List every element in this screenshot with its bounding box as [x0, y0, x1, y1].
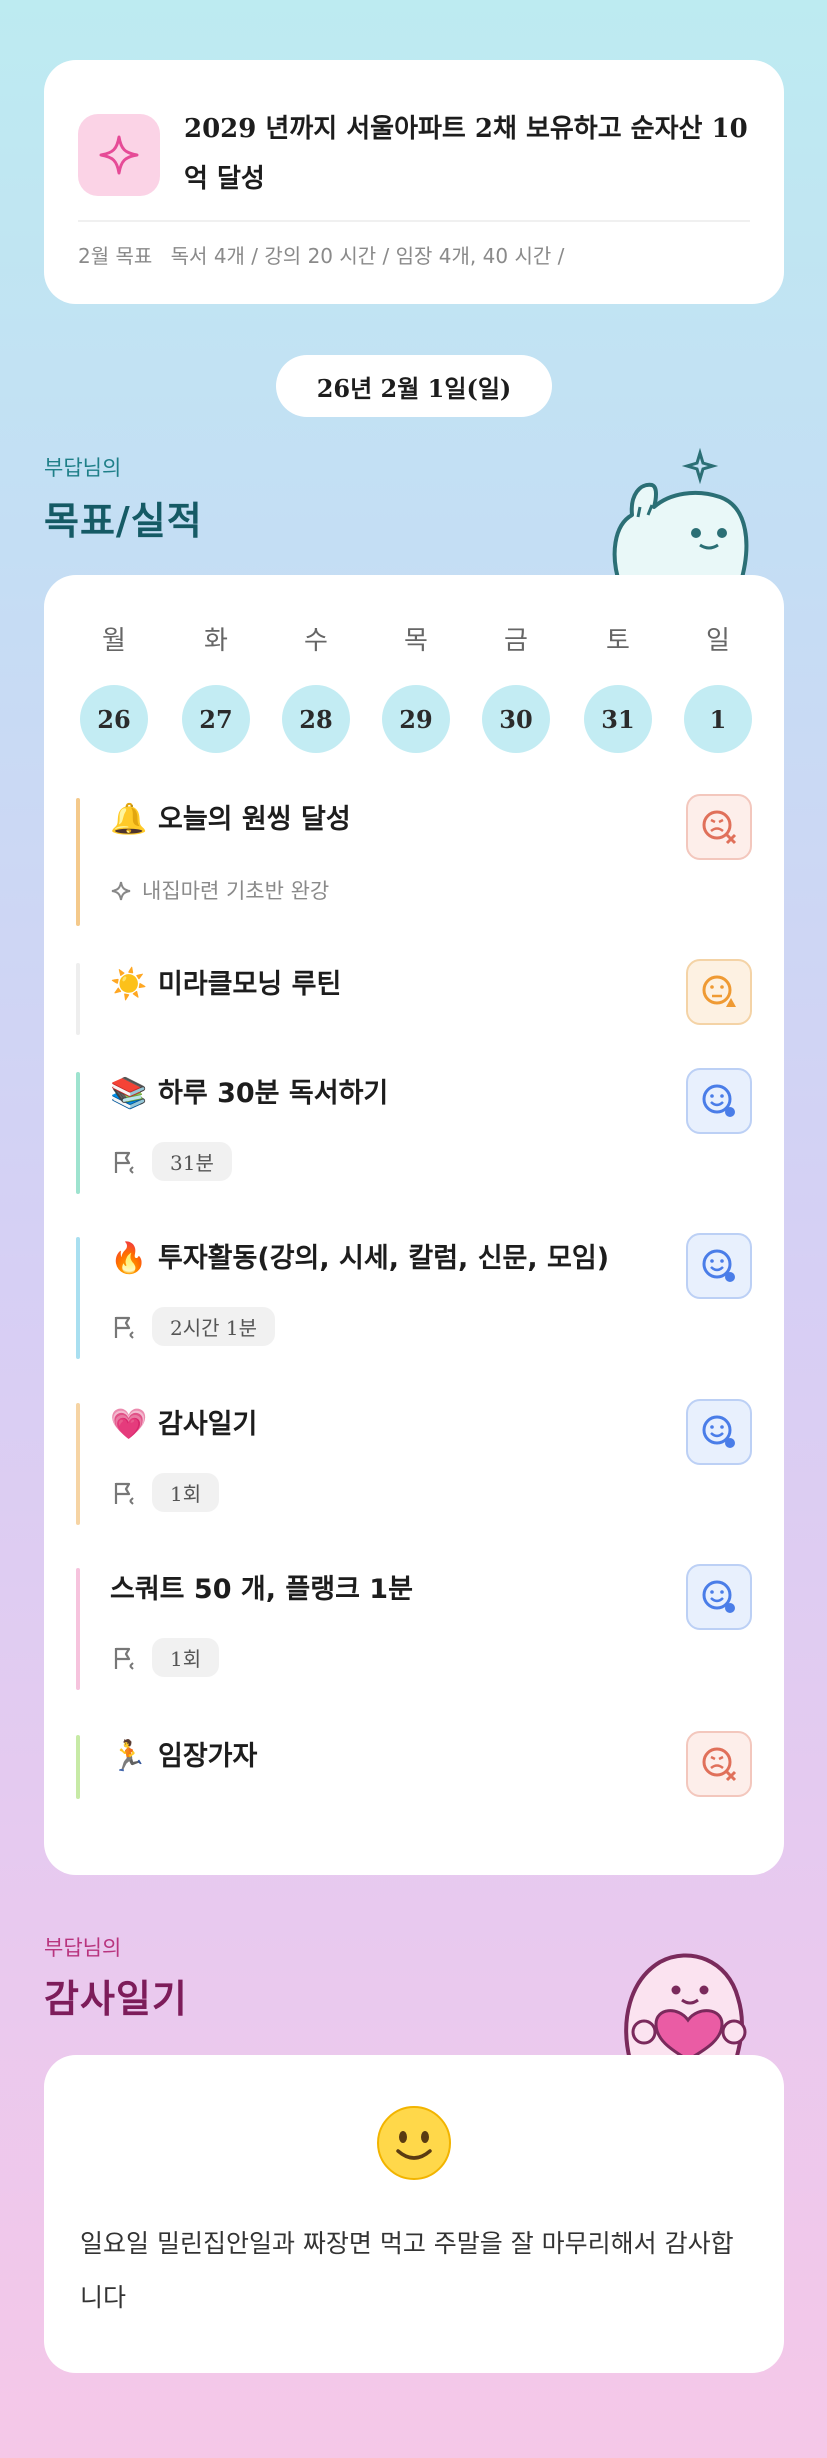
sun-icon: ☀️ [110, 967, 148, 1002]
day-button-26[interactable]: 26 [80, 685, 148, 753]
status-done-icon[interactable] [686, 1068, 752, 1134]
habit-color-bar [76, 1237, 80, 1359]
mascot-waving-illustration [612, 447, 749, 585]
habit-color-bar [76, 798, 80, 926]
habit-subgoal-text: 내집마련 기초반 완강 [142, 879, 330, 903]
flag-icon [114, 1316, 134, 1339]
section-title-goals: 목표/실적 [44, 499, 203, 543]
section-title-gratitude: 감사일기 [44, 1977, 188, 2021]
habit-item-gratitude-journal[interactable]: 💗 감사일기 1회 [76, 1399, 752, 1525]
flag-icon [114, 1151, 134, 1174]
section-owner-label: 부답님의 [44, 456, 122, 480]
weekday-label: 토 [606, 626, 630, 656]
weekday-label: 금 [504, 626, 528, 656]
habit-item-miracle-morning[interactable]: ☀️ 미라클모닝 루틴 [76, 959, 752, 1035]
habit-title: 감사일기 [158, 1409, 258, 1440]
day-button-29[interactable]: 29 [382, 685, 450, 753]
goals-card: 월 화 수 목 금 토 일 26 27 28 29 30 31 1 🔔 오늘의 … [44, 575, 784, 1875]
status-done-icon[interactable] [686, 1564, 752, 1630]
record-chip: 1회 [152, 1473, 220, 1512]
habit-color-bar [76, 963, 80, 1035]
status-partial-icon[interactable] [686, 959, 752, 1025]
goal-item: 독서 4개 / [170, 244, 259, 268]
status-done-icon[interactable] [686, 1399, 752, 1465]
habit-record: 1회 [110, 1473, 220, 1512]
habit-title: 미라클모닝 루틴 [158, 969, 342, 1000]
habit-item-one-thing[interactable]: 🔔 오늘의 원씽 달성 내집마련 기초반 완강 [76, 794, 752, 926]
day-button-31[interactable]: 31 [584, 685, 652, 753]
gratitude-card[interactable]: 일요일 밀린집안일과 짜장면 먹고 주말을 잘 마무리해서 감사합니다 [44, 2055, 784, 2373]
goal-summary: 2월 목표 독서 4개 / 강의 20 시간 / 임장 4개, 40 시간 / [78, 240, 758, 272]
flag-icon [114, 1647, 134, 1670]
weekday-label: 일 [706, 626, 730, 656]
goal-item: 임장 4개, 40 시간 / [395, 244, 565, 268]
habit-color-bar [76, 1072, 80, 1194]
status-done-icon[interactable] [686, 1233, 752, 1299]
habit-color-bar [76, 1568, 80, 1690]
sparkle-icon [111, 881, 131, 901]
day-button-28[interactable]: 28 [282, 685, 350, 753]
sparkle-icon [78, 114, 160, 196]
habit-title: 임장가자 [158, 1741, 258, 1772]
fire-icon: 🔥 [110, 1241, 148, 1276]
weekday-label: 수 [304, 626, 328, 656]
habit-item-investing[interactable]: 🔥 투자활동(강의, 시세, 칼럼, 신문, 모임) 2시간 1분 [76, 1233, 752, 1359]
weekday-label: 화 [204, 626, 228, 656]
goal-item: 강의 20 시간 / [264, 244, 390, 268]
habit-title: 스쿼트 50 개, 플랭크 1분 [110, 1574, 413, 1605]
goal-title: 2029 년까지 서울아파트 2채 보유하고 순자산 10억 달성 [184, 114, 748, 194]
goal-card[interactable]: 2029 년까지 서울아파트 2채 보유하고 순자산 10억 달성 2월 목표 … [44, 60, 784, 304]
date-selector[interactable]: 26년 2월 1일(일) [276, 355, 552, 417]
day-button-1[interactable]: 1 [684, 685, 752, 753]
weekday-label: 월 [102, 626, 126, 656]
habit-record: 1회 [110, 1638, 220, 1677]
habit-record: 2시간 1분 [110, 1307, 276, 1346]
gratitude-text: 일요일 밀린집안일과 짜장면 먹고 주말을 잘 마무리해서 감사합니다 [80, 2229, 734, 2312]
habit-color-bar [76, 1403, 80, 1525]
habit-title: 오늘의 원씽 달성 [158, 804, 351, 835]
section-owner-label: 부답님의 [44, 1936, 122, 1960]
goal-month-label: 2월 목표 [78, 244, 153, 268]
divider [78, 220, 750, 222]
weekday-label: 목 [404, 626, 428, 656]
mascot-heart-illustration [624, 1953, 747, 2060]
habit-item-exercise[interactable]: 스쿼트 50 개, 플랭크 1분 1회 [76, 1564, 752, 1690]
flag-icon [114, 1482, 134, 1505]
status-fail-icon[interactable] [686, 1731, 752, 1797]
smile-emoji-icon [376, 2105, 452, 2185]
record-chip: 2시간 1분 [152, 1307, 276, 1346]
habit-record: 31분 [110, 1142, 232, 1181]
day-button-30[interactable]: 30 [482, 685, 550, 753]
habit-title: 투자활동(강의, 시세, 칼럼, 신문, 모임) [158, 1243, 610, 1274]
record-chip: 31분 [152, 1142, 232, 1181]
habit-color-bar [76, 1735, 80, 1799]
status-fail-icon[interactable] [686, 794, 752, 860]
books-icon: 📚 [110, 1076, 148, 1111]
habit-item-reading[interactable]: 📚 하루 30분 독서하기 31분 [76, 1068, 752, 1194]
record-chip: 1회 [152, 1638, 220, 1677]
bell-icon: 🔔 [110, 802, 148, 837]
runner-icon: 🏃 [110, 1739, 148, 1774]
heart-icon: 💗 [110, 1407, 148, 1442]
habit-title: 하루 30분 독서하기 [158, 1078, 389, 1109]
habit-item-site-visit[interactable]: 🏃 임장가자 [76, 1731, 752, 1799]
day-button-27[interactable]: 27 [182, 685, 250, 753]
habit-subgoal: 내집마련 기초반 완강 [110, 874, 329, 908]
